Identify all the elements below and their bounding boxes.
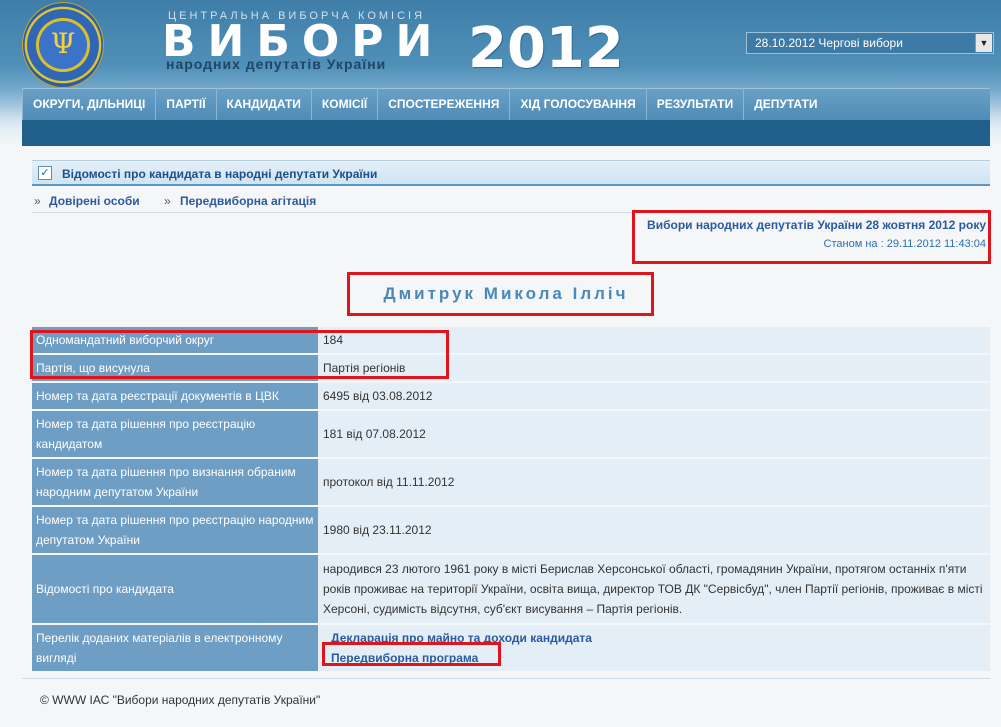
nav-item-rezultaty[interactable]: РЕЗУЛЬТАТИ — [645, 88, 744, 121]
election-link[interactable]: Вибори народних депутатів України 28 жов… — [647, 218, 986, 232]
checkbox-icon: ✓ — [38, 166, 52, 180]
nav-item-khid-holosuvannia[interactable]: ХІД ГОЛОСУВАННЯ — [509, 88, 645, 121]
site-subtitle: народних депутатів України — [166, 56, 387, 72]
row-value: Партія регіонів — [318, 354, 990, 383]
row-value: протокол від 11.11.2012 — [318, 458, 990, 507]
row-label: Перелік доданих матеріалів в електронном… — [32, 624, 318, 673]
sub-links: » Довірені особи » Передвиборна агітація — [32, 194, 990, 212]
election-info: Вибори народних депутатів України 28 жов… — [647, 218, 986, 250]
row-label: Одномандатний виборчий округ — [32, 327, 318, 355]
row-label: Номер та дата рішення про реєстрацію кан… — [32, 410, 318, 459]
program-link[interactable]: Передвиборна програма — [323, 648, 985, 668]
nav-item-kandydaty[interactable]: КАНДИДАТИ — [215, 88, 311, 121]
row-label: Відомості про кандидата — [32, 554, 318, 625]
nav-item-komisii[interactable]: КОМІСІЇ — [310, 88, 377, 121]
row-value: 6495 від 03.08.2012 — [318, 382, 990, 411]
table-row: Одномандатний виборчий округ 184 — [32, 327, 990, 355]
sub-nav-bar — [22, 120, 990, 146]
election-select[interactable]: 28.10.2012 Чергові вибори ▼ — [746, 32, 994, 54]
raquo-icon: » — [34, 194, 41, 208]
row-value: народився 23 лютого 1961 року в місті Бе… — [318, 554, 990, 625]
table-row: Номер та дата рішення про реєстрацію нар… — [32, 506, 990, 555]
nav-item-sposterezhennia[interactable]: СПОСТЕРЕЖЕННЯ — [377, 88, 509, 121]
table-row: Партія, що висунула Партія регіонів — [32, 354, 990, 383]
raquo-icon: » — [164, 194, 171, 208]
table-row: Номер та дата рішення про визнання обран… — [32, 458, 990, 507]
nav-item-deputaty[interactable]: ДЕПУТАТИ — [743, 88, 827, 121]
table-row: Номер та дата реєстрації документів в ЦВ… — [32, 382, 990, 411]
table-row: Перелік доданих матеріалів в електронном… — [32, 624, 990, 673]
row-value: Декларація про майно та доходи кандидата… — [318, 624, 990, 673]
election-year: 2012 — [468, 16, 624, 81]
trident-icon: Ψ — [50, 27, 76, 60]
section-header: ✓ Відомості про кандидата в народні депу… — [32, 160, 990, 186]
status-label: Станом на : — [823, 238, 884, 250]
link-dovireni-osoby[interactable]: Довірені особи — [49, 194, 140, 208]
footer-divider — [22, 678, 990, 679]
nav-item-okruhy[interactable]: ОКРУГИ, ДІЛЬНИЦІ — [22, 88, 155, 121]
row-value: 184 — [318, 327, 990, 355]
chevron-down-icon[interactable]: ▼ — [975, 34, 992, 52]
cvk-emblem-icon[interactable]: Ψ — [22, 2, 104, 88]
row-label: Номер та дата реєстрації документів в ЦВ… — [32, 382, 318, 411]
divider — [32, 212, 990, 213]
status-line: Станом на : 29.11.2012 11:43:04 — [647, 238, 986, 250]
declaration-link[interactable]: Декларація про майно та доходи кандидата — [323, 628, 985, 648]
row-label: Номер та дата рішення про реєстрацію нар… — [32, 506, 318, 555]
table-row: Відомості про кандидата народився 23 лют… — [32, 554, 990, 625]
footer-copyright: © WWW ІАС "Вибори народних депутатів Укр… — [40, 693, 321, 707]
link-peredvyborna-ahitatsiia[interactable]: Передвиборна агітація — [180, 194, 316, 208]
row-value: 181 від 07.08.2012 — [318, 410, 990, 459]
candidate-info-table: Одномандатний виборчий округ 184 Партія,… — [32, 327, 990, 673]
row-label: Партія, що висунула — [32, 354, 318, 383]
nav-item-partii[interactable]: ПАРТІЇ — [155, 88, 215, 121]
election-select-value: 28.10.2012 Чергові вибори — [755, 36, 903, 50]
row-value: 1980 від 23.11.2012 — [318, 506, 990, 555]
status-timestamp: 29.11.2012 11:43:04 — [886, 238, 986, 250]
section-title: Відомості про кандидата в народні депута… — [62, 167, 378, 181]
row-label: Номер та дата рішення про визнання обран… — [32, 458, 318, 507]
main-nav: ОКРУГИ, ДІЛЬНИЦІ ПАРТІЇ КАНДИДАТИ КОМІСІ… — [22, 88, 827, 121]
table-row: Номер та дата рішення про реєстрацію кан… — [32, 410, 990, 459]
candidate-name: Дмитрук Микола Ілліч — [383, 284, 629, 303]
